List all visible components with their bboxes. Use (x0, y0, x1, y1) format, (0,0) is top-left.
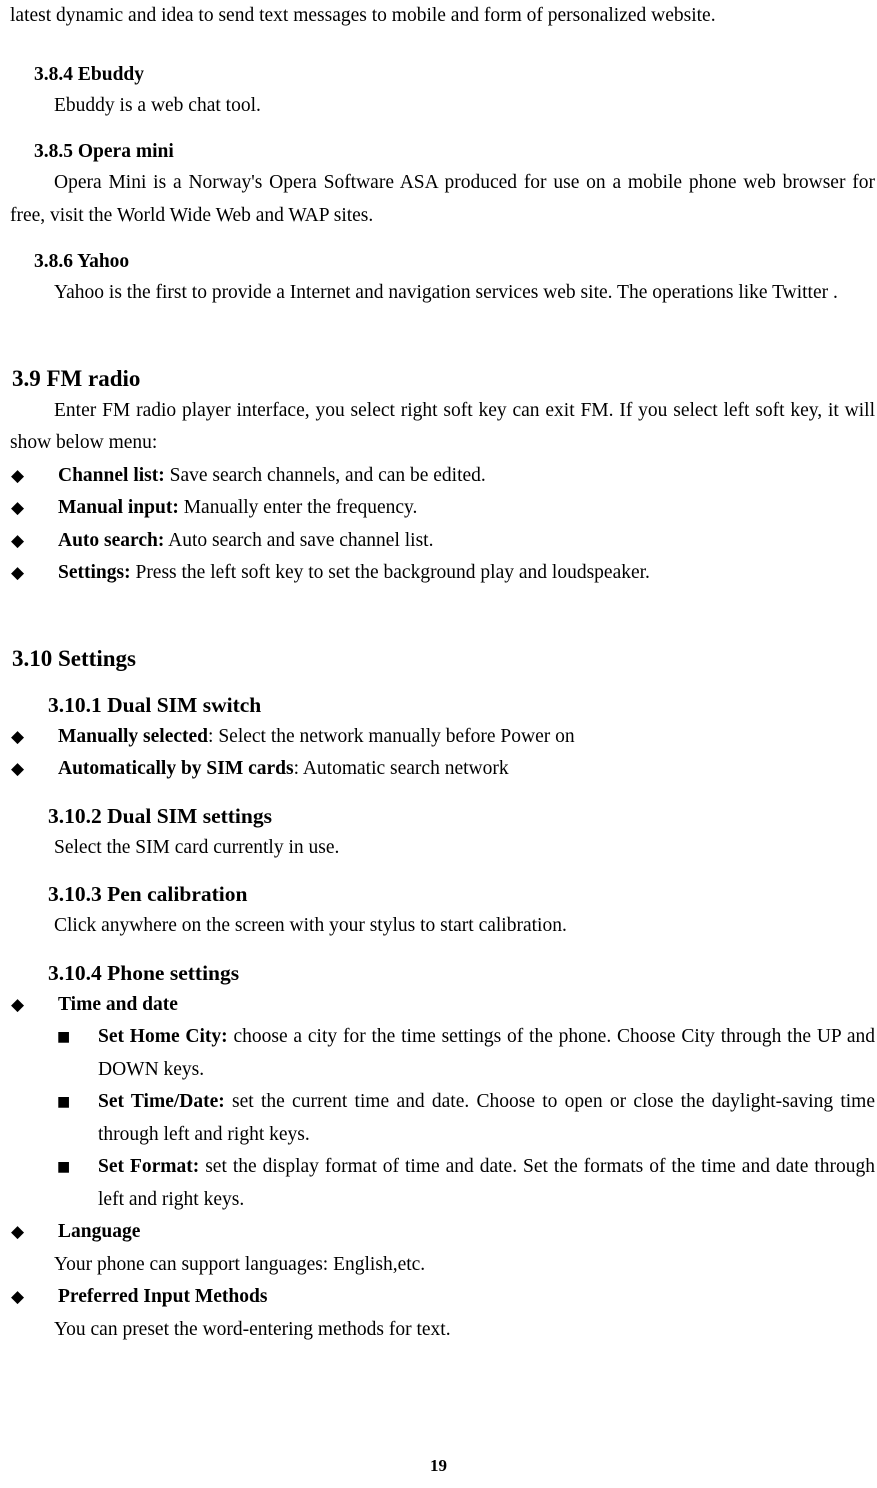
list-item: ◆ Auto search: Auto search and save chann… (0, 525, 875, 558)
list-item-text: set the display format of time and date.… (98, 1156, 875, 1210)
list-item-label: Manually selected (58, 725, 209, 747)
document-page: latest dynamic and idea to send text mes… (0, 0, 877, 1488)
list-item: ◆ Preferred Input Methods (0, 1281, 875, 1314)
list-item-text: : Select the network manually before Pow… (208, 725, 575, 747)
heading-3-8-6: 3.8.6 Yahoo (34, 251, 130, 272)
list-item: ◆ Manual input: Manually enter the freque… (0, 492, 875, 525)
diamond-bullet-icon: ◆ (11, 498, 25, 518)
list-item-text: Save search channels, and can be edited. (164, 464, 486, 486)
fm-radio-bullet-list: ◆ Channel list: Save search channels, and… (0, 460, 877, 590)
heading-3-10-3: 3.10.3 Pen calibration (48, 882, 248, 906)
diamond-bullet-icon: ◆ (11, 994, 25, 1015)
list-item-label: Channel list: (58, 464, 165, 486)
heading-3-9: 3.9 FM radio (12, 365, 141, 391)
list-item-label: Set Time/Date: (98, 1091, 225, 1112)
list-item: ◆ Time and date (0, 989, 875, 1022)
body-3-8-4: Ebuddy is a web chat tool. (54, 94, 261, 116)
body-3-9: Enter FM radio player interface, you sel… (10, 399, 875, 454)
list-item-text: : Automatic search network (293, 758, 509, 779)
heading-3-10-1: 3.10.1 Dual SIM switch (48, 692, 262, 717)
list-item-label: Set Format: (98, 1156, 200, 1177)
square-bullet-icon: ■ (57, 1094, 71, 1110)
language-bullet-list: ◆ Language (0, 1216, 877, 1249)
page-number: 19 (430, 1456, 447, 1475)
body-3-8-5: Opera Mini is a Norway's Opera Software … (10, 172, 875, 226)
list-item: ◆ Settings: Press the left soft key to se… (0, 557, 875, 590)
body-3-8-6: Yahoo is the first to provide a Internet… (54, 282, 838, 303)
heading-3-8-5: 3.8.5 Opera mini (34, 141, 174, 162)
preferred-input-methods-bullet-list: ◆ Preferred Input Methods (0, 1281, 877, 1314)
diamond-bullet-icon: ◆ (11, 759, 25, 779)
body-language: Your phone can support languages: Englis… (54, 1253, 426, 1275)
dual-sim-switch-bullet-list: ◆ Manually selected: Select the network m… (0, 721, 877, 786)
diamond-bullet-icon: ◆ (11, 530, 25, 551)
heading-3-10-4: 3.10.4 Phone settings (48, 960, 240, 985)
heading-3-8-4: 3.8.4 Ebuddy (34, 63, 145, 85)
list-item: ◆ Language (0, 1216, 875, 1249)
diamond-bullet-icon: ◆ (11, 726, 25, 747)
heading-3-10: 3.10 Settings (12, 645, 136, 671)
body-preferred-input-methods: You can preset the word-entering methods… (54, 1318, 451, 1340)
list-item-text: Press the left soft key to set the backg… (130, 562, 650, 583)
list-item-text: Auto search and save channel list. (164, 529, 434, 551)
square-bullet-icon: ■ (57, 1159, 71, 1175)
list-item-label: Preferred Input Methods (58, 1286, 268, 1307)
diamond-bullet-icon: ◆ (11, 563, 25, 583)
list-item-text: Manually enter the frequency. (178, 497, 418, 518)
list-item: ■ Set Time/Date: set the current time and… (0, 1086, 875, 1151)
body-3-10-3: Click anywhere on the screen with your s… (54, 915, 567, 936)
body-3-10-2: Select the SIM card currently in use. (54, 836, 340, 858)
list-item-label: Automatically by SIM cards (58, 758, 294, 779)
list-item-label: Language (58, 1221, 141, 1242)
diamond-bullet-icon: ◆ (11, 1222, 25, 1242)
list-item-label: Settings: (58, 562, 131, 583)
intro-paragraph: latest dynamic and idea to send text mes… (10, 5, 716, 26)
phone-settings-bullet-list: ◆ Time and date (0, 989, 877, 1022)
diamond-bullet-icon: ◆ (11, 1287, 25, 1307)
list-item: ◆ Manually selected: Select the network m… (0, 721, 875, 754)
list-item-label: Set Home City: (98, 1026, 228, 1047)
list-item: ◆ Channel list: Save search channels, and… (0, 460, 875, 493)
list-item: ◆ Automatically by SIM cards: Automatic s… (0, 753, 875, 786)
page-content: latest dynamic and idea to send text mes… (0, 0, 877, 1346)
heading-3-10-2: 3.10.2 Dual SIM settings (48, 803, 272, 828)
diamond-bullet-icon: ◆ (11, 465, 25, 486)
list-item: ■ Set Format: set the display format of t… (0, 1151, 875, 1216)
list-item-label: Manual input: (58, 497, 179, 518)
list-item-label: Auto search: (58, 529, 165, 551)
list-item-label: Time and date (58, 993, 178, 1015)
square-bullet-icon: ■ (57, 1029, 71, 1045)
list-item: ■ Set Home City: choose a city for the ti… (0, 1021, 875, 1086)
time-and-date-sub-list: ■ Set Home City: choose a city for the ti… (0, 1021, 877, 1216)
